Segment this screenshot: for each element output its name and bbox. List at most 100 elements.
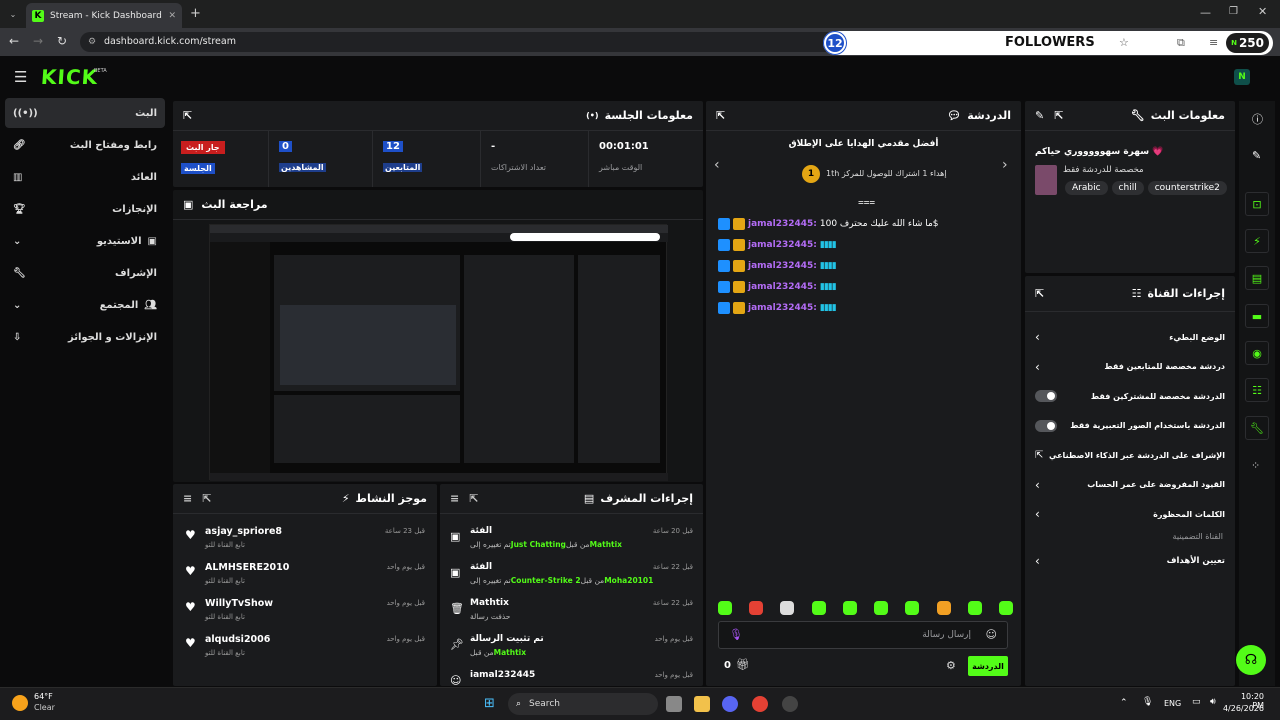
activity-item[interactable]: ♥ asjay_spriore8 تابع القناة للتو قبل 23 سا… (183, 524, 427, 556)
new-tab-icon[interactable]: + (190, 6, 201, 21)
restore-icon[interactable]: ❐ (1229, 6, 1238, 17)
window-close-icon[interactable]: ✕ (1258, 5, 1267, 18)
minimize-icon[interactable]: — (1200, 6, 1211, 19)
microphone-tray-icon[interactable]: 🎙︎ (1142, 697, 1153, 707)
mod-action-item[interactable]: 📌︎ تم تثبيت الرسالة Mathtixمن قبل قبل يوم و… (448, 632, 695, 664)
expand-icon[interactable]: ⇱ (716, 109, 725, 122)
rail-chat-icon[interactable]: ▬ (1245, 304, 1269, 328)
windows-start-icon[interactable]: ⊞ (484, 696, 500, 712)
info-icon[interactable]: ⓘ (1252, 111, 1263, 127)
chat-message[interactable]: jamal232445: ▮▮▮▮ (718, 297, 1013, 318)
rail-wrench-icon[interactable]: 🔧︎ (1245, 416, 1269, 440)
task-view-icon[interactable] (666, 696, 682, 712)
set-targets-item[interactable]: تعيين الأهداف › (1035, 554, 1225, 568)
sidebar-item-moderation[interactable]: الإشراف 🔧︎ (5, 258, 165, 288)
emote-icon[interactable] (936, 601, 951, 615)
taskbar-search[interactable]: ⌕ Search (508, 693, 658, 715)
rail-layout-icon[interactable]: ☷ (1245, 378, 1269, 402)
chat-send-button[interactable]: الدردشة (968, 656, 1008, 676)
support-chat-button[interactable]: ☊ (1236, 645, 1266, 675)
emote-icon[interactable] (998, 601, 1013, 615)
expand-icon[interactable]: ⇱ (183, 109, 192, 122)
gift-icon[interactable]: 🎁︎ (736, 658, 750, 671)
reload-icon[interactable]: ↻ (57, 34, 67, 48)
chat-username[interactable]: jamal232445: (748, 282, 817, 292)
rail-document-icon[interactable]: ▤ (1245, 266, 1269, 290)
chat-message[interactable]: jamal232445: ▮▮▮▮ (718, 255, 1013, 276)
back-icon[interactable]: ← (9, 34, 19, 48)
volume-icon[interactable]: 🔊︎ (1210, 697, 1216, 707)
forward-icon[interactable]: → (33, 34, 43, 48)
emote-icon[interactable] (780, 601, 795, 615)
chat-username[interactable]: jamal232445: (748, 303, 817, 313)
emote-icon[interactable] (967, 601, 982, 615)
site-info-icon[interactable]: ⚙ (88, 32, 96, 52)
language-indicator[interactable]: ENG (1164, 699, 1181, 708)
sidebar-item-drops[interactable]: الإنزالات و الجوائز ⇩ (5, 322, 165, 352)
file-explorer-icon[interactable] (694, 696, 710, 712)
menu-lines-icon[interactable]: ≡ (1209, 36, 1218, 49)
emote-icon[interactable] (718, 601, 732, 615)
channel-action-item[interactable]: القيود المفروضة على عمر الحساب › (1035, 476, 1225, 494)
edit-icon[interactable]: ✎ (1252, 149, 1261, 162)
channel-action-item[interactable]: الدردشة باستخدام الصور التعبيرية فقط (1035, 417, 1225, 435)
user-avatar[interactable]: N (1234, 69, 1250, 85)
chat-message[interactable]: jamal232445: ▮▮▮▮ (718, 234, 1013, 255)
activity-item[interactable]: ♥ alqudsi2006 تابع القناة للتو قبل يوم واحد (183, 632, 427, 664)
channel-action-item[interactable]: الوضع البطيء › (1035, 328, 1225, 346)
chat-message[interactable]: jamal232445: ▮▮▮▮ (718, 276, 1013, 297)
expand-icon[interactable]: ⇱ (202, 492, 211, 505)
rail-focus-icon[interactable]: ⊡ (1245, 192, 1269, 216)
tab-list-icon[interactable]: ⌄ (6, 7, 20, 21)
toggle-switch[interactable] (1035, 419, 1057, 432)
weather-icon[interactable] (12, 695, 28, 711)
emote-icon[interactable] (905, 601, 920, 615)
chat-username[interactable]: jamal232445: (748, 219, 817, 229)
chevron-right-icon[interactable]: › (1002, 157, 1008, 173)
chat-input[interactable]: 🎙︎ إرسال رسالة ☺ (718, 621, 1008, 649)
filter-icon[interactable]: ≡ (450, 492, 459, 505)
emoji-icon[interactable]: ☺ (986, 628, 997, 641)
channel-action-item[interactable]: الدردشة مخصصة للمشتركين فقط (1035, 387, 1225, 405)
rail-live-icon[interactable]: ◉ (1245, 341, 1269, 365)
expand-icon[interactable]: ⇱ (1035, 287, 1044, 300)
extensions-icon[interactable]: ⧉ (1177, 36, 1185, 50)
hamburger-menu-icon[interactable]: ☰ (14, 68, 27, 86)
emote-icon[interactable] (874, 601, 889, 615)
stream-video[interactable] (209, 224, 668, 481)
chevron-left-icon[interactable]: ‹ (714, 157, 720, 173)
sidebar-item-community[interactable]: 👥︎ المجتمع ⌄ (5, 290, 165, 320)
tray-chevron-icon[interactable]: ⌃ (1120, 698, 1128, 708)
emote-icon[interactable] (842, 601, 857, 615)
sidebar-item-achievements[interactable]: الإنجازات 🏆︎ (5, 194, 165, 224)
sidebar-item-studio[interactable]: ▣ الاستيديو ⌄ (5, 226, 165, 256)
discord-icon[interactable] (722, 696, 738, 712)
rail-more-icon[interactable]: ⁘ (1251, 459, 1260, 472)
mod-action-item[interactable]: ▣ الفئة Mathtixمن قبلJust Chattingتم تغيير… (448, 524, 695, 556)
mod-action-item[interactable]: ▣ الفئة Moha20101من قبلCounter-Strike 2تم … (448, 560, 695, 592)
close-tab-icon[interactable]: ✕ (168, 11, 176, 21)
edit-pencil-icon[interactable]: ✎ (1035, 109, 1044, 122)
kick-logo[interactable]: KICK (40, 65, 99, 89)
settings-gear-icon[interactable]: ⚙ (946, 659, 956, 672)
emote-icon[interactable] (811, 601, 826, 615)
sidebar-item-stream[interactable]: البث ((•)) (5, 98, 165, 128)
channel-action-item[interactable]: دردشة مخصصة للمتابعين فقط › (1035, 358, 1225, 376)
chat-username[interactable]: jamal232445: (748, 240, 817, 250)
emote-icon[interactable] (749, 601, 764, 615)
microphone-icon[interactable]: 🎙︎ (729, 628, 743, 641)
filter-icon[interactable]: ≡ (183, 492, 192, 505)
rail-lightning-icon[interactable]: ⚡︎ (1245, 229, 1269, 253)
chat-message[interactable]: jamal232445: ما شاء الله عليك محترف 100$ (718, 213, 1013, 234)
expand-icon[interactable]: ⇱ (1054, 109, 1063, 122)
expand-icon[interactable]: ⇱ (469, 492, 478, 505)
channel-action-item[interactable]: الإشراف على الدردشة عبر الذكاء الاصطناعي… (1035, 446, 1225, 464)
sidebar-item-revenue[interactable]: العائد ▥ (5, 162, 165, 192)
channel-action-item[interactable]: الكلمات المحظورة › (1035, 505, 1225, 523)
app-icon[interactable] (782, 696, 798, 712)
toggle-switch[interactable] (1035, 390, 1057, 402)
activity-item[interactable]: ♥ WillyTvShow تابع القناة للتو قبل يوم واحد (183, 596, 427, 628)
pinned-toggle-icon[interactable]: ⩶ (858, 197, 875, 208)
mod-action-item[interactable]: 🗑︎ Mathtix حذفت رسالة قبل 22 ساعة (448, 596, 695, 628)
network-icon[interactable]: ▭ (1192, 697, 1201, 707)
